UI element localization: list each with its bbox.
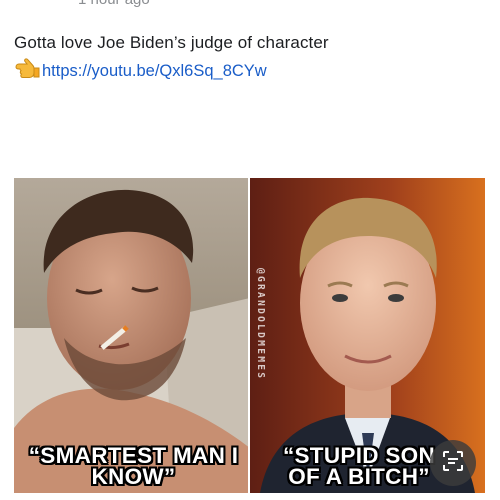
- post-text: Gotta love Joe Biden’s judge of characte…: [14, 33, 329, 52]
- meme-image[interactable]: @GRANDOLDMEMES “SMARTEST MAN I KNOW” “ST…: [14, 178, 485, 493]
- meme-watermark: @GRANDOLDMEMES: [255, 268, 266, 381]
- caption-right: “STUPID SON OF A BITCH”: [282, 443, 436, 489]
- post-link[interactable]: https://youtu.be/Qxl6Sq_8CYw: [42, 62, 267, 81]
- image-scan-button[interactable]: [430, 440, 476, 486]
- pointing-hand-icon: [14, 58, 42, 85]
- image-scan-icon: [441, 449, 465, 478]
- caption-left: “SMARTEST MAN I KNOW”: [28, 443, 239, 489]
- post-timestamp: 1 hour ago: [78, 0, 150, 8]
- link-row: https://youtu.be/Qxl6Sq_8CYw: [14, 58, 267, 85]
